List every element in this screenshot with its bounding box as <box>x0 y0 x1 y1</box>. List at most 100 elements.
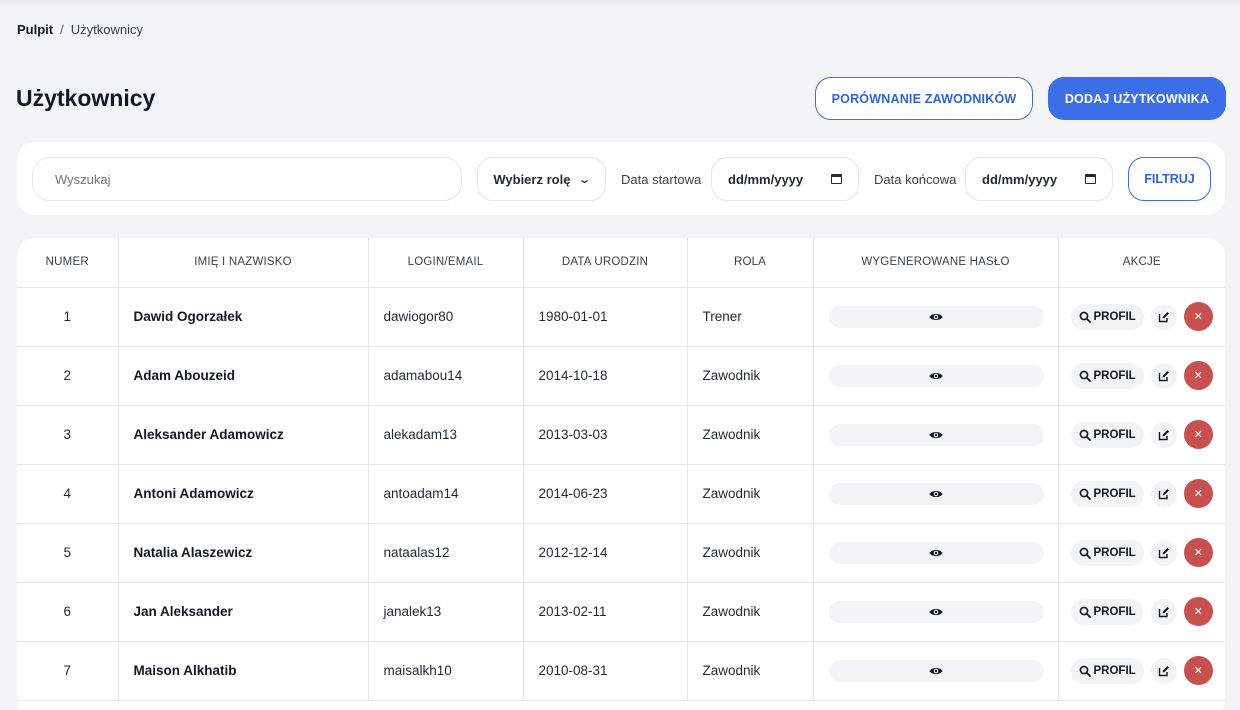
show-password-button[interactable] <box>828 305 1044 328</box>
profile-button[interactable]: PROFIL <box>1070 303 1144 330</box>
delete-button[interactable]: ✕ <box>1183 420 1213 449</box>
edit-icon <box>1158 311 1169 322</box>
table-row: 5 Natalia Alaszewicz nataalas12 2012-12-… <box>17 523 1225 583</box>
calendar-icon <box>831 174 842 184</box>
page-title: Użytkownicy <box>16 85 156 111</box>
delete-button[interactable]: ✕ <box>1183 538 1213 567</box>
profile-button-label: PROFIL <box>1093 369 1136 382</box>
cell-role: Zawodnik <box>687 523 814 583</box>
profile-button[interactable]: PROFIL <box>1070 598 1144 625</box>
profile-button-label: PROFIL <box>1093 605 1136 618</box>
edit-button[interactable] <box>1150 539 1177 566</box>
filter-button[interactable]: FILTRUJ <box>1128 157 1211 201</box>
profile-button[interactable]: PROFIL <box>1070 480 1144 507</box>
table-row: 2 Adam Abouzeid adamabou14 2014-10-18 Za… <box>17 346 1225 406</box>
delete-button[interactable]: ✕ <box>1183 361 1213 390</box>
cell-password <box>813 287 1059 347</box>
show-password-button[interactable] <box>828 482 1044 505</box>
edit-icon <box>1158 606 1169 617</box>
profile-button-label: PROFIL <box>1093 487 1136 500</box>
cell-name: Jan Aleksander <box>118 582 369 642</box>
cell-password <box>813 582 1059 642</box>
breadcrumb-root-link[interactable]: Pulpit <box>17 22 53 37</box>
filter-panel: Wybierz rolę ⌄ Data startowa dd/mm/yyyy … <box>17 142 1225 215</box>
breadcrumb-separator: / <box>60 22 64 37</box>
role-select-label: Wybierz rolę <box>493 171 571 187</box>
row-actions: PROFIL ✕ <box>1069 538 1216 567</box>
start-date-value: dd/mm/yyyy <box>728 171 804 187</box>
close-icon: ✕ <box>1193 547 1203 559</box>
cell-role: Trener <box>687 287 814 347</box>
table-row: 4 Antoni Adamowicz antoadam14 2014-06-23… <box>17 464 1225 524</box>
column-header[interactable]: WYGENEROWANE HASŁO <box>813 238 1059 288</box>
row-actions: PROFIL ✕ <box>1069 420 1216 449</box>
table-header-row: NUMER IMIĘ I NAZWISKO LOGIN/EMAIL DATA U… <box>17 238 1225 288</box>
cell-actions: PROFIL ✕ <box>1058 346 1225 406</box>
column-header[interactable]: NUMER <box>17 238 119 288</box>
edit-button[interactable] <box>1150 480 1177 507</box>
add-user-button[interactable]: DODAJ UŻYTKOWNIKA <box>1048 77 1226 120</box>
cell-role: Zawodnik <box>687 582 814 642</box>
profile-button[interactable]: PROFIL <box>1070 362 1144 389</box>
edit-button[interactable] <box>1150 421 1177 448</box>
row-actions: PROFIL ✕ <box>1069 479 1216 508</box>
row-actions: PROFIL ✕ <box>1069 361 1216 390</box>
cell-birthdate: 2010-08-31 <box>523 641 688 701</box>
cell-role: Zawodnik <box>687 641 814 701</box>
column-header[interactable]: DATA URODZIN <box>523 238 688 288</box>
edit-button[interactable] <box>1150 598 1177 625</box>
cell-actions: PROFIL ✕ <box>1058 405 1225 465</box>
cell-role: Zawodnik <box>687 464 814 524</box>
show-password-button[interactable] <box>828 659 1044 682</box>
eye-icon <box>929 608 943 615</box>
cell-login: dawiogor80 <box>368 287 524 347</box>
row-actions: PROFIL ✕ <box>1069 597 1216 626</box>
delete-button[interactable]: ✕ <box>1183 656 1213 685</box>
edit-button[interactable] <box>1150 362 1177 389</box>
delete-button[interactable]: ✕ <box>1183 479 1213 508</box>
cell-number: 6 <box>17 582 119 642</box>
eye-icon <box>929 490 943 497</box>
profile-button-label: PROFIL <box>1093 546 1136 559</box>
start-date-input[interactable]: dd/mm/yyyy <box>711 157 859 201</box>
eye-icon <box>929 313 943 320</box>
cell-name: Dawid Ogorzałek <box>118 287 369 347</box>
column-header[interactable]: IMIĘ I NAZWISKO <box>118 238 369 288</box>
eye-icon <box>929 549 943 556</box>
table-row: 6 Jan Aleksander janalek13 2013-02-11 Za… <box>17 582 1225 642</box>
chevron-down-icon: ⌄ <box>578 173 592 186</box>
edit-button[interactable] <box>1150 303 1177 330</box>
column-header[interactable]: LOGIN/EMAIL <box>368 238 524 288</box>
cell-actions: PROFIL ✕ <box>1058 523 1225 583</box>
end-date-value: dd/mm/yyyy <box>982 171 1058 187</box>
role-select[interactable]: Wybierz rolę ⌄ <box>477 157 606 201</box>
column-header[interactable]: ROLA <box>687 238 814 288</box>
compare-players-button[interactable]: PORÓWNANIE ZAWODNIKÓW <box>815 77 1033 120</box>
search-icon <box>1079 547 1091 559</box>
show-password-button[interactable] <box>828 541 1044 564</box>
show-password-button[interactable] <box>828 364 1044 387</box>
show-password-button[interactable] <box>828 600 1044 623</box>
show-password-button[interactable] <box>828 423 1044 446</box>
profile-button[interactable]: PROFIL <box>1070 539 1144 566</box>
start-date-label: Data startowa <box>621 172 702 187</box>
cell-actions: PROFIL ✕ <box>1058 582 1225 642</box>
edit-icon <box>1158 547 1169 558</box>
cell-actions: PROFIL ✕ <box>1058 287 1225 347</box>
delete-button[interactable]: ✕ <box>1183 302 1213 331</box>
search-input[interactable] <box>32 157 462 201</box>
cell-birthdate: 2013-03-03 <box>523 405 688 465</box>
cell-password <box>813 405 1059 465</box>
cell-login: nataalas12 <box>368 523 524 583</box>
profile-button[interactable]: PROFIL <box>1070 657 1144 684</box>
delete-button[interactable]: ✕ <box>1183 597 1213 626</box>
cell-role: Zawodnik <box>687 405 814 465</box>
cell-number: 4 <box>17 464 119 524</box>
profile-button[interactable]: PROFIL <box>1070 421 1144 448</box>
end-date-input[interactable]: dd/mm/yyyy <box>965 157 1113 201</box>
edit-button[interactable] <box>1150 657 1177 684</box>
eye-icon <box>929 667 943 674</box>
cell-actions: PROFIL ✕ <box>1058 464 1225 524</box>
cell-password <box>813 641 1059 701</box>
profile-button-label: PROFIL <box>1093 310 1136 323</box>
